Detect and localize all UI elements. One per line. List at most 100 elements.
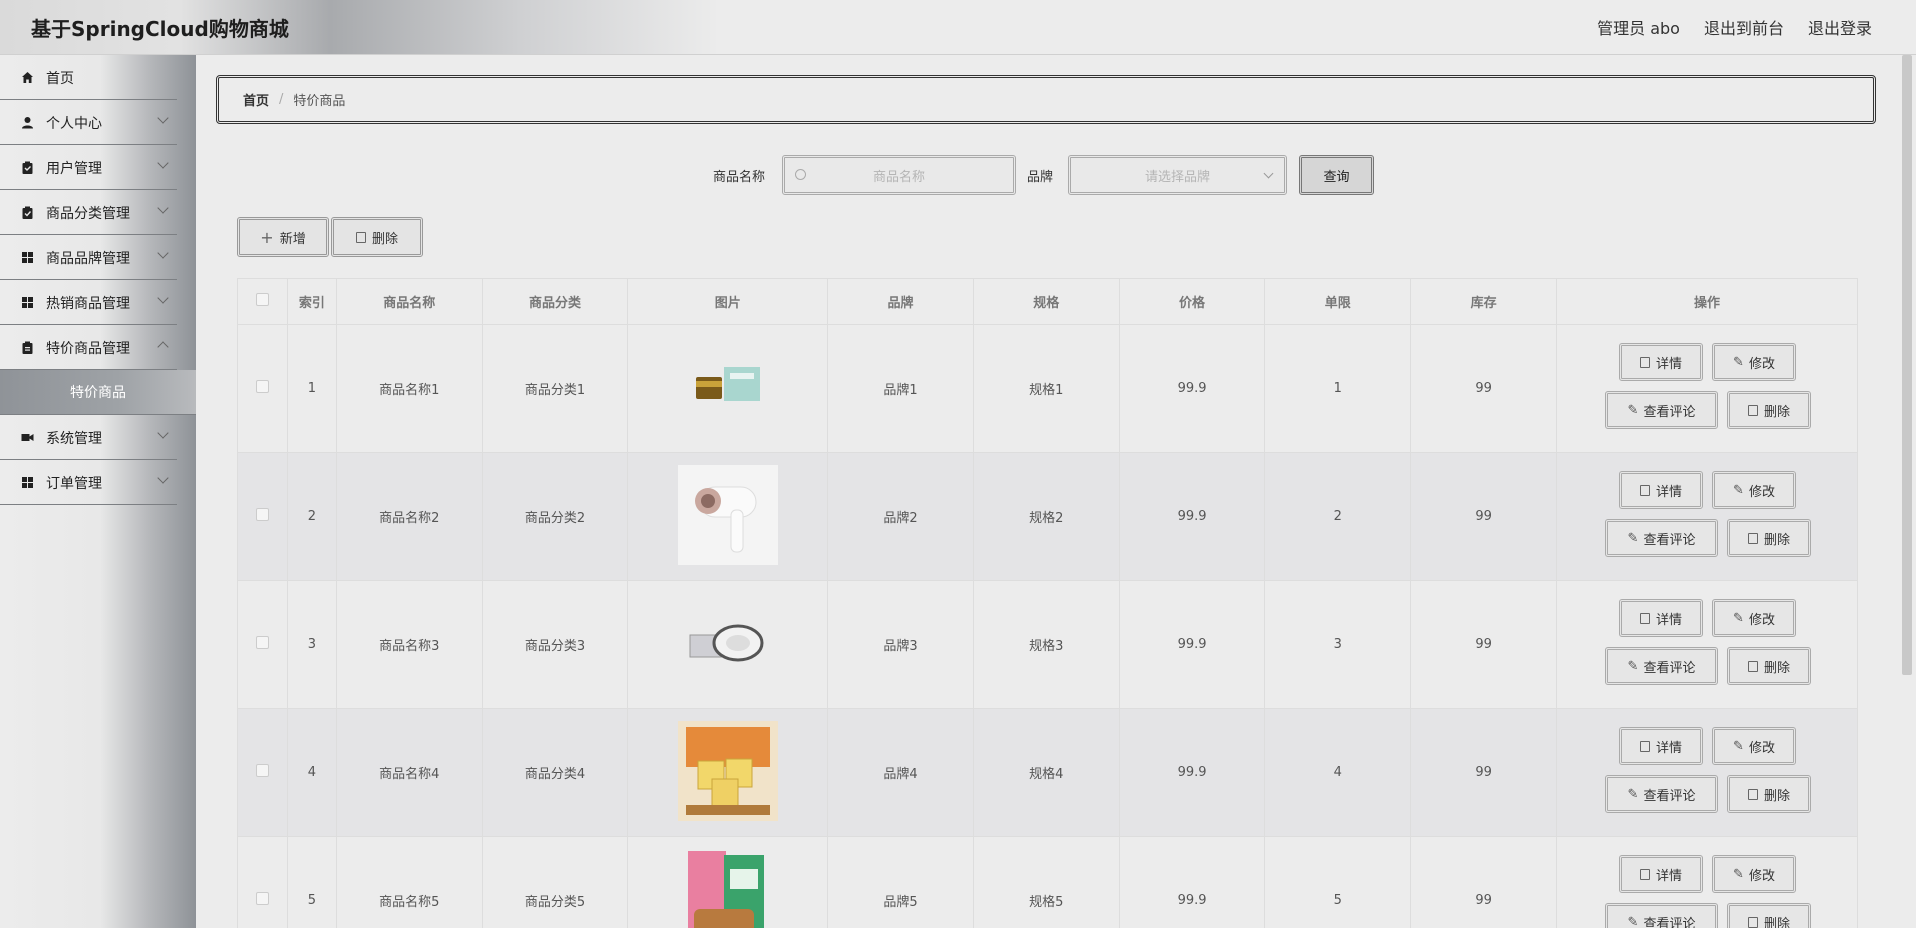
row-image-cell [627,708,829,837]
sidebar-item-label: 商品分类管理 [46,206,130,222]
back-to-front-link[interactable]: 退出到前台 [1704,15,1784,39]
sidebar-item-hot-products[interactable]: 热销商品管理 [0,280,177,325]
user-icon [21,116,34,129]
row-spec: 规格4 [972,708,1120,837]
breadcrumb-home[interactable]: 首页 [243,90,269,109]
video-icon [21,431,34,444]
top-bar: 基于SpringCloud购物商城 管理员 abo 退出到前台 退出登录 [0,0,1916,55]
view-reviews-button[interactable]: ✎ 查看评论 [1605,903,1718,928]
detail-button[interactable]: 详情 [1619,855,1703,893]
edit-button-label: 修改 [1748,484,1775,500]
row-price: 99.9 [1118,580,1266,709]
row-checkbox[interactable] [255,508,269,521]
row-index: 4 [286,708,337,837]
chevron-down-icon [157,247,169,259]
row-index: 1 [286,324,337,453]
row-price: 99.9 [1118,452,1266,581]
brand-select[interactable]: 请选择品牌 [1068,155,1287,195]
row-checkbox[interactable] [255,764,269,777]
sidebar-item-order-management[interactable]: 订单管理 [0,460,177,505]
sidebar-item-label: 系统管理 [46,431,102,447]
document-icon [1639,612,1650,624]
clipboard-icon [21,161,34,174]
row-actions: 详情 ✎ 修改 ✎ 查看评论 删除 [1556,708,1858,837]
delete-button[interactable]: 删除 [1727,647,1811,685]
trash-icon [1747,404,1758,416]
logout-link[interactable]: 退出登录 [1808,15,1872,39]
row-checkbox[interactable] [255,380,269,393]
row-image-cell [627,580,829,709]
view-reviews-button[interactable]: ✎ 查看评论 [1605,391,1718,429]
sidebar-item-personal-center[interactable]: 个人中心 [0,100,177,145]
trash-icon [1747,788,1758,800]
col-spec: 规格 [972,278,1120,325]
edit-button[interactable]: ✎ 修改 [1712,727,1796,765]
row-select-cell [237,708,288,837]
document-icon [1639,356,1650,368]
chevron-down-icon [157,472,169,484]
scrollbar-thumb[interactable] [1902,55,1912,675]
trash-icon [1747,916,1758,928]
row-name: 商品名称4 [335,708,483,837]
view-reviews-button[interactable]: ✎ 查看评论 [1605,647,1718,685]
edit-button[interactable]: ✎ 修改 [1712,599,1796,637]
vertical-scrollbar[interactable] [1898,55,1916,928]
product-name-input[interactable]: 商品名称 [782,155,1016,195]
product-name-label: 商品名称 [713,170,766,185]
sidebar-item-label: 热销商品管理 [46,296,130,312]
sidebar-item-brand-management[interactable]: 商品品牌管理 [0,235,177,280]
row-stock: 99 [1410,452,1557,581]
search-icon [795,169,806,180]
chevron-up-icon [157,341,169,353]
row-category: 商品分类5 [481,836,629,928]
detail-button-label: 详情 [1655,740,1682,756]
row-checkbox[interactable] [255,892,269,905]
detail-button-label: 详情 [1655,612,1682,628]
delete-button[interactable]: 删除 [1727,391,1811,429]
brand-label: 品牌 [1027,170,1054,185]
detail-button[interactable]: 详情 [1619,599,1703,637]
row-spec: 规格3 [972,580,1120,709]
product-image [678,849,778,928]
add-button[interactable]: + 新增 [237,217,329,257]
detail-button[interactable]: 详情 [1619,343,1703,381]
col-category: 商品分类 [481,278,629,325]
delete-button[interactable]: 删除 [1727,775,1811,813]
delete-button[interactable]: 删除 [1727,519,1811,557]
product-name-placeholder: 商品名称 [872,169,925,185]
row-limit: 5 [1264,836,1412,928]
view-reviews-button[interactable]: ✎ 查看评论 [1605,519,1718,557]
select-all-checkbox[interactable] [255,293,269,306]
sidebar-item-user-management[interactable]: 用户管理 [0,145,177,190]
row-image-cell [627,836,829,928]
row-brand: 品牌4 [827,708,974,837]
query-button[interactable]: 查询 [1299,155,1374,195]
batch-delete-button[interactable]: 删除 [331,217,423,257]
sidebar-item-system-management[interactable]: 系统管理 [0,415,177,460]
row-price: 99.9 [1118,836,1266,928]
row-category: 商品分类1 [481,324,629,453]
col-index: 索引 [286,278,337,325]
row-name: 商品名称5 [335,836,483,928]
row-checkbox[interactable] [255,636,269,649]
row-stock: 99 [1410,324,1557,453]
detail-button[interactable]: 详情 [1619,727,1703,765]
col-image: 图片 [627,278,829,325]
detail-button-label: 详情 [1655,484,1682,500]
sidebar: 首页 个人中心 用户管理 商品分类管理 商品品牌管理 热销商品管理 特价商品管理… [0,55,196,928]
sidebar-item-special-products-management[interactable]: 特价商品管理 [0,325,177,370]
delete-button[interactable]: 删除 [1727,903,1811,928]
edit-button[interactable]: ✎ 修改 [1712,343,1796,381]
col-stock: 库存 [1410,278,1557,325]
sidebar-item-home[interactable]: 首页 [0,55,177,100]
sidebar-subitem-special-products[interactable]: 特价商品 [0,370,196,415]
sidebar-item-category-management[interactable]: 商品分类管理 [0,190,177,235]
breadcrumb-current: 特价商品 [293,94,346,109]
sidebar-item-label: 订单管理 [46,476,102,492]
detail-button[interactable]: 详情 [1619,471,1703,509]
edit-button[interactable]: ✎ 修改 [1712,855,1796,893]
table-row: 4 商品名称4 商品分类4 品牌4 规格4 99.9 4 99 详情 ✎ 修改 ✎ 查看评论 删除 [237,708,1858,837]
view-reviews-button[interactable]: ✎ 查看评论 [1605,775,1718,813]
top-right-links: 管理员 abo 退出到前台 退出登录 [1597,15,1872,39]
edit-button[interactable]: ✎ 修改 [1712,471,1796,509]
